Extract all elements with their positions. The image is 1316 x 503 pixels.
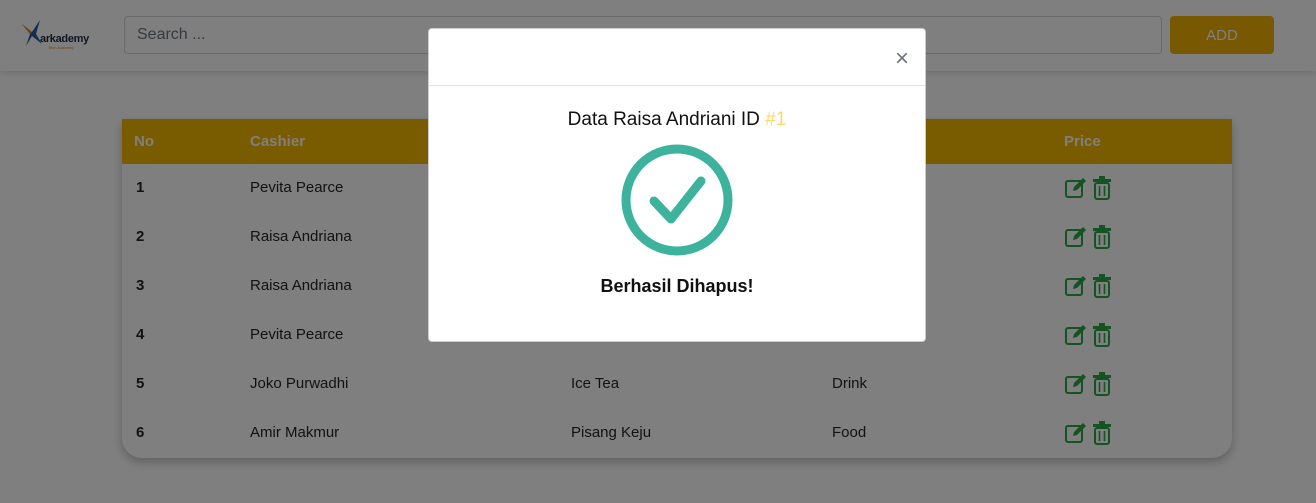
delete-success-modal: × Data Raisa Andriani ID #1 Berhasil Dih… <box>428 28 926 342</box>
modal-title-id: #1 <box>765 109 787 130</box>
modal-message: Berhasil Dihapus! <box>600 276 754 296</box>
close-button[interactable]: × <box>891 47 913 71</box>
modal-title: Data Raisa Andriani ID #1 <box>429 109 925 131</box>
page: arkademy Tech Academy ADD No Cashier Pri… <box>0 0 1316 503</box>
modal-title-text: Data Raisa Andriani ID <box>567 109 760 130</box>
check-circle-icon <box>621 144 733 256</box>
modal-header: × <box>429 29 925 86</box>
